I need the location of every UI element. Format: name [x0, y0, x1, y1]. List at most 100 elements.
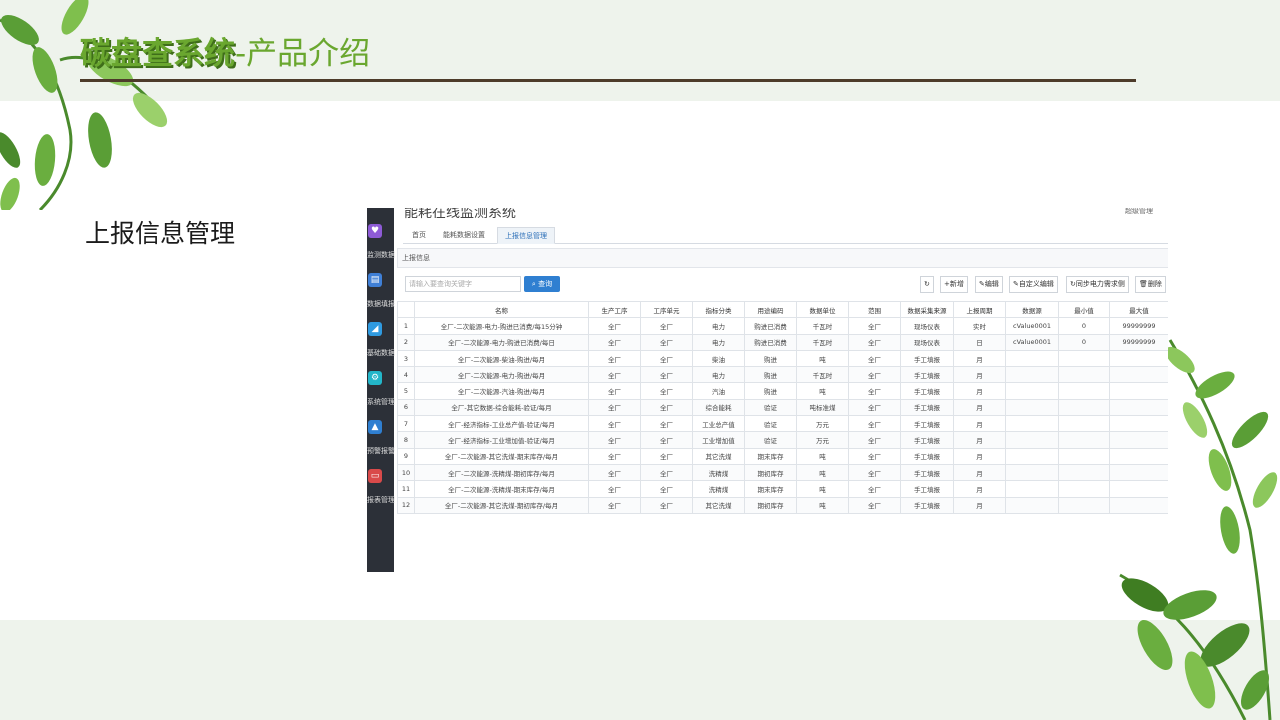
table-row[interactable]: 10 全厂-二次能源-洗精煤-期初库存/每月 全厂 全厂 洗精煤 期初库存吨全厂 手工填报月: [397, 463, 1168, 482]
table-cell: 1: [397, 317, 415, 335]
column-header[interactable]: 范围: [848, 300, 901, 319]
table-row[interactable]: 12 全厂-二次能源-其它洗煤-期初库存/每月 全厂 全厂 其它洗煤 期初库存吨全厂 手工填…: [397, 496, 1168, 514]
table-cell: [1109, 480, 1168, 498]
table-cell: 工业总产值: [692, 415, 745, 433]
table-cell: [1058, 480, 1110, 498]
table-cell: [1005, 480, 1059, 498]
sidebar: ♥ 监测数据 ▤ 数据填报 ◢ 基础数据 ⚙ 系统管理 ▲ 预警报警 ▭ 报表管理: [367, 208, 395, 572]
table-row[interactable]: 7 全厂-经济指标-工业总产值-验证/每月 全厂 全厂 工业总产值 验证 万元 全厂 手工填报月: [397, 415, 1168, 433]
table-header-row: 名称 生产工序 工序单元 指标分类 用途编码 数据单位 范围 数据采集来源 上报周期 数据源 最小值…: [397, 300, 1168, 319]
column-header[interactable]: 数据单位: [796, 300, 849, 319]
table-cell: [1109, 447, 1168, 465]
column-header[interactable]: 最小值: [1058, 300, 1110, 319]
table-cell: [1058, 496, 1110, 514]
table-cell: [1005, 447, 1059, 465]
table-cell: [1058, 382, 1110, 400]
tab-home[interactable]: 首页: [405, 227, 433, 244]
table-cell: 4: [397, 366, 415, 384]
app-title: 能耗在线监测系统: [404, 208, 516, 221]
table-cell: 全厂: [640, 415, 693, 433]
column-header[interactable]: 用途编码: [744, 300, 797, 319]
table-cell: 现场仪表: [900, 333, 954, 351]
sidebar-item-label: 数据填报: [367, 300, 395, 308]
table-row[interactable]: 2 全厂-二次能源-电力-购进已消费/每日 全厂 全厂 电力 购进已消费 千瓦时 全厂 现场仪表…: [397, 333, 1168, 351]
table-cell: 购进已消费: [744, 333, 797, 351]
table-cell: 全厂: [848, 349, 901, 368]
table-cell: 洗精煤: [692, 463, 745, 482]
sidebar-item[interactable]: ▤ 数据填报: [367, 273, 395, 313]
table-cell: 全厂: [588, 463, 641, 482]
table-cell: [1005, 415, 1059, 433]
trash-icon: 🗑: [1139, 280, 1148, 288]
table-row[interactable]: 8 全厂-经济指标-工业增加值-验证/每月 全厂 全厂 工业增加值 验证 万元 全厂 手工填报月: [397, 431, 1168, 449]
table-cell: 全厂-二次能源-柴油-购进/每月: [414, 349, 589, 368]
table-cell: 全厂-二次能源-其它洗煤-期初库存/每月: [414, 496, 589, 514]
add-button[interactable]: +新增: [940, 276, 968, 293]
table-row[interactable]: 9 全厂-二次能源-其它洗煤-期末库存/每月 全厂 全厂 其它洗煤 期末库存吨全厂 手工填报…: [397, 447, 1168, 465]
table-cell: 月: [953, 496, 1006, 514]
sidebar-item[interactable]: ⚙ 系统管理: [367, 371, 395, 411]
column-header[interactable]: 最大值: [1109, 300, 1168, 319]
table-row[interactable]: 11 全厂-二次能源-洗精煤-期末库存/每月 全厂 全厂 洗精煤 期末库存吨全厂 手工填报月: [397, 480, 1168, 498]
sidebar-item[interactable]: ◢ 基础数据: [367, 322, 395, 362]
table-cell: 验证: [744, 415, 797, 433]
table-row[interactable]: 4 全厂-二次能源-电力-购进/每月 全厂 全厂 电力 购进 千瓦时 全厂 手工填报月: [397, 366, 1168, 384]
table-cell: [1005, 366, 1059, 384]
sidebar-item[interactable]: ▭ 报表管理: [367, 469, 395, 509]
column-header[interactable]: 工序单元: [640, 300, 693, 319]
sync-button[interactable]: ↻同步电力需求侧: [1066, 276, 1129, 293]
table-cell: 0: [1058, 333, 1110, 351]
table-cell: 全厂: [640, 463, 693, 482]
table-cell: 9: [397, 447, 415, 465]
slide-title: 碳盘查系统-产品介绍: [80, 28, 370, 73]
column-header[interactable]: 名称: [414, 300, 589, 319]
table-cell: 验证: [744, 398, 797, 417]
table-row[interactable]: 1 全厂-二次能源-电力-购进已消费/每15分钟 全厂 全厂 电力 购进已消费 千瓦时 全厂现…: [397, 317, 1168, 335]
tab-report-management[interactable]: 上报信息管理: [497, 227, 555, 244]
table-cell: 10: [397, 463, 415, 482]
table-cell: 其它洗煤: [692, 447, 745, 465]
table-cell: 购进: [744, 349, 797, 368]
table-row[interactable]: 3 全厂-二次能源-柴油-购进/每月 全厂 全厂 柴油 购进吨全厂 手工填报月: [397, 349, 1168, 368]
sidebar-item[interactable]: ▲ 预警报警: [367, 420, 395, 460]
tab-energy-settings[interactable]: 能耗数据设置: [436, 227, 492, 244]
delete-button-label: 删除: [1147, 280, 1162, 288]
column-header[interactable]: 上报周期: [953, 300, 1006, 319]
monitor-icon: ▭: [368, 469, 382, 483]
table-cell: 全厂-二次能源-洗精煤-期末库存/每月: [414, 480, 589, 498]
custom-edit-button[interactable]: ✎自定义编辑: [1009, 276, 1058, 293]
table-cell: 全厂: [640, 317, 693, 335]
tab-bar: 首页 能耗数据设置 上报信息管理: [403, 227, 1168, 244]
table-cell: cValue0001: [1005, 333, 1059, 351]
table-cell: 其它洗煤: [692, 496, 745, 514]
column-header[interactable]: 指标分类: [692, 300, 745, 319]
table-cell: 8: [397, 431, 415, 449]
table-cell: 实时: [953, 317, 1006, 335]
column-header[interactable]: 数据采集来源: [900, 300, 954, 319]
table-cell: [1109, 398, 1168, 417]
report-table: 名称 生产工序 工序单元 指标分类 用途编码 数据单位 范围 数据采集来源 上报周期 数据源 最小值…: [397, 300, 1168, 514]
sidebar-item[interactable]: ♥ 监测数据: [367, 224, 395, 264]
search-input[interactable]: 请输入要查询关键字: [405, 276, 521, 292]
table-row[interactable]: 5 全厂-二次能源-汽油-购进/每月 全厂 全厂 汽油 购进吨全厂 手工填报月: [397, 382, 1168, 400]
table-row[interactable]: 6 全厂-其它数据-综合能耗-验证/每月 全厂 全厂 综合能耗 验证 吨标准煤 全厂 手工填报月: [397, 398, 1168, 417]
table-cell: 吨标准煤: [796, 398, 849, 417]
table-cell: 电力: [692, 317, 745, 335]
table-cell: 综合能耗: [692, 398, 745, 417]
table-cell: 全厂: [640, 480, 693, 498]
table-cell: 购进: [744, 366, 797, 384]
table-cell: 万元: [796, 415, 849, 433]
refresh-button[interactable]: ↻: [920, 276, 934, 293]
search-button[interactable]: ⌕ 查询: [524, 276, 560, 292]
column-header[interactable]: 生产工序: [588, 300, 641, 319]
table-cell: 手工填报: [900, 398, 954, 417]
table-cell: [1005, 431, 1059, 449]
user-menu[interactable]: 超级管理: [1125, 208, 1153, 216]
edit-button-label: 编辑: [984, 280, 999, 288]
column-header[interactable]: 数据源: [1005, 300, 1059, 319]
column-header[interactable]: [397, 300, 415, 319]
table-cell: 期初库存: [744, 496, 797, 514]
edit-button[interactable]: ✎编辑: [975, 276, 1003, 293]
delete-button[interactable]: 🗑删除: [1135, 276, 1166, 293]
table-cell: 手工填报: [900, 366, 954, 384]
